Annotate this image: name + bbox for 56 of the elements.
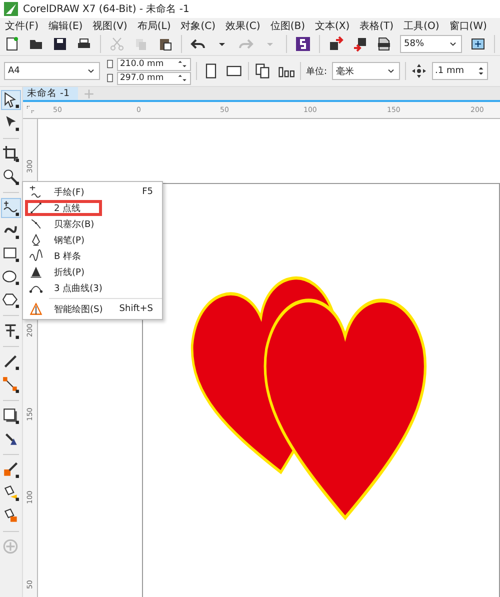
- menu-item[interactable]: 表格(T): [360, 18, 394, 32]
- page-size-dropdown[interactable]: A4: [4, 62, 100, 80]
- page-width-icon[interactable]: [105, 59, 115, 69]
- unit-dropdown[interactable]: 毫米: [332, 62, 400, 80]
- page-height-icon[interactable]: [105, 73, 115, 83]
- page-height-field[interactable]: 297.0 mm: [117, 72, 191, 84]
- export-icon[interactable]: [352, 36, 368, 52]
- polygon-icon[interactable]: [2, 291, 20, 309]
- menu-item[interactable]: 布局(L): [137, 18, 171, 32]
- menu-item[interactable]: 3 点曲线(3): [25, 280, 160, 296]
- magnifier-icon[interactable]: [2, 168, 20, 186]
- menu-item[interactable]: 文件(F): [5, 18, 39, 32]
- ellipse-icon[interactable]: [2, 268, 20, 286]
- menu-item[interactable]: 窗口(W): [449, 18, 487, 32]
- freehand-icon: [29, 185, 43, 199]
- line-icon: [29, 201, 43, 215]
- bezier-icon: [29, 217, 43, 231]
- menu-item[interactable]: 编辑(E): [48, 18, 83, 32]
- menu-item[interactable]: 2 点线: [25, 200, 102, 216]
- polyline-icon: [29, 265, 43, 279]
- pointer-icon[interactable]: [2, 91, 20, 109]
- nudge-icon[interactable]: [411, 63, 428, 79]
- menu-item[interactable]: 折线(P): [25, 264, 160, 280]
- new-document-icon[interactable]: [4, 36, 20, 52]
- smart-drawing-icon: [29, 302, 43, 316]
- save-icon[interactable]: [52, 36, 68, 52]
- document-tab[interactable]: 未命名 -1: [23, 87, 78, 100]
- all-pages-icon[interactable]: [254, 62, 272, 80]
- menu-item[interactable]: 效果(C): [226, 18, 260, 32]
- menu-item[interactable]: 文本(X): [314, 18, 350, 32]
- menu-item[interactable]: 位图(B): [270, 18, 305, 32]
- eyedropper-icon[interactable]: [2, 461, 20, 479]
- crop-icon[interactable]: [2, 145, 20, 163]
- rectangle-icon[interactable]: [2, 245, 20, 263]
- text-tool-icon[interactable]: [2, 322, 20, 340]
- nudge-field[interactable]: .1 mm: [432, 62, 488, 80]
- pen-icon: [29, 233, 43, 247]
- drop-shadow-icon[interactable]: [2, 407, 20, 425]
- freehand-icon[interactable]: [2, 199, 20, 217]
- menu-item[interactable]: 手绘(F) F5: [25, 184, 160, 200]
- page-width-field[interactable]: 210.0 mm: [117, 58, 191, 70]
- menu-item[interactable]: 智能绘图(S) Shift+S: [25, 301, 160, 317]
- menu-item[interactable]: 工具(O): [404, 18, 440, 32]
- menu-item[interactable]: 钢笔(P): [25, 232, 160, 248]
- ruler-origin-icon: [25, 104, 37, 116]
- menu-item[interactable]: 对象(C): [180, 18, 216, 32]
- menu-item[interactable]: 贝塞尔(B): [25, 216, 160, 232]
- window-title: CorelDRAW X7 (64-Bit) - 未命名 -1: [23, 2, 190, 16]
- menu-item[interactable]: 视图(V): [92, 18, 128, 32]
- connector-icon[interactable]: [2, 376, 20, 394]
- clipboard-icon[interactable]: [157, 36, 173, 52]
- menu-item[interactable]: B 样条: [25, 248, 160, 264]
- b-spline-icon: [29, 249, 43, 263]
- unit-label: 单位:: [306, 66, 328, 78]
- import-icon[interactable]: [328, 36, 344, 52]
- zoom-field[interactable]: 58%: [400, 35, 462, 53]
